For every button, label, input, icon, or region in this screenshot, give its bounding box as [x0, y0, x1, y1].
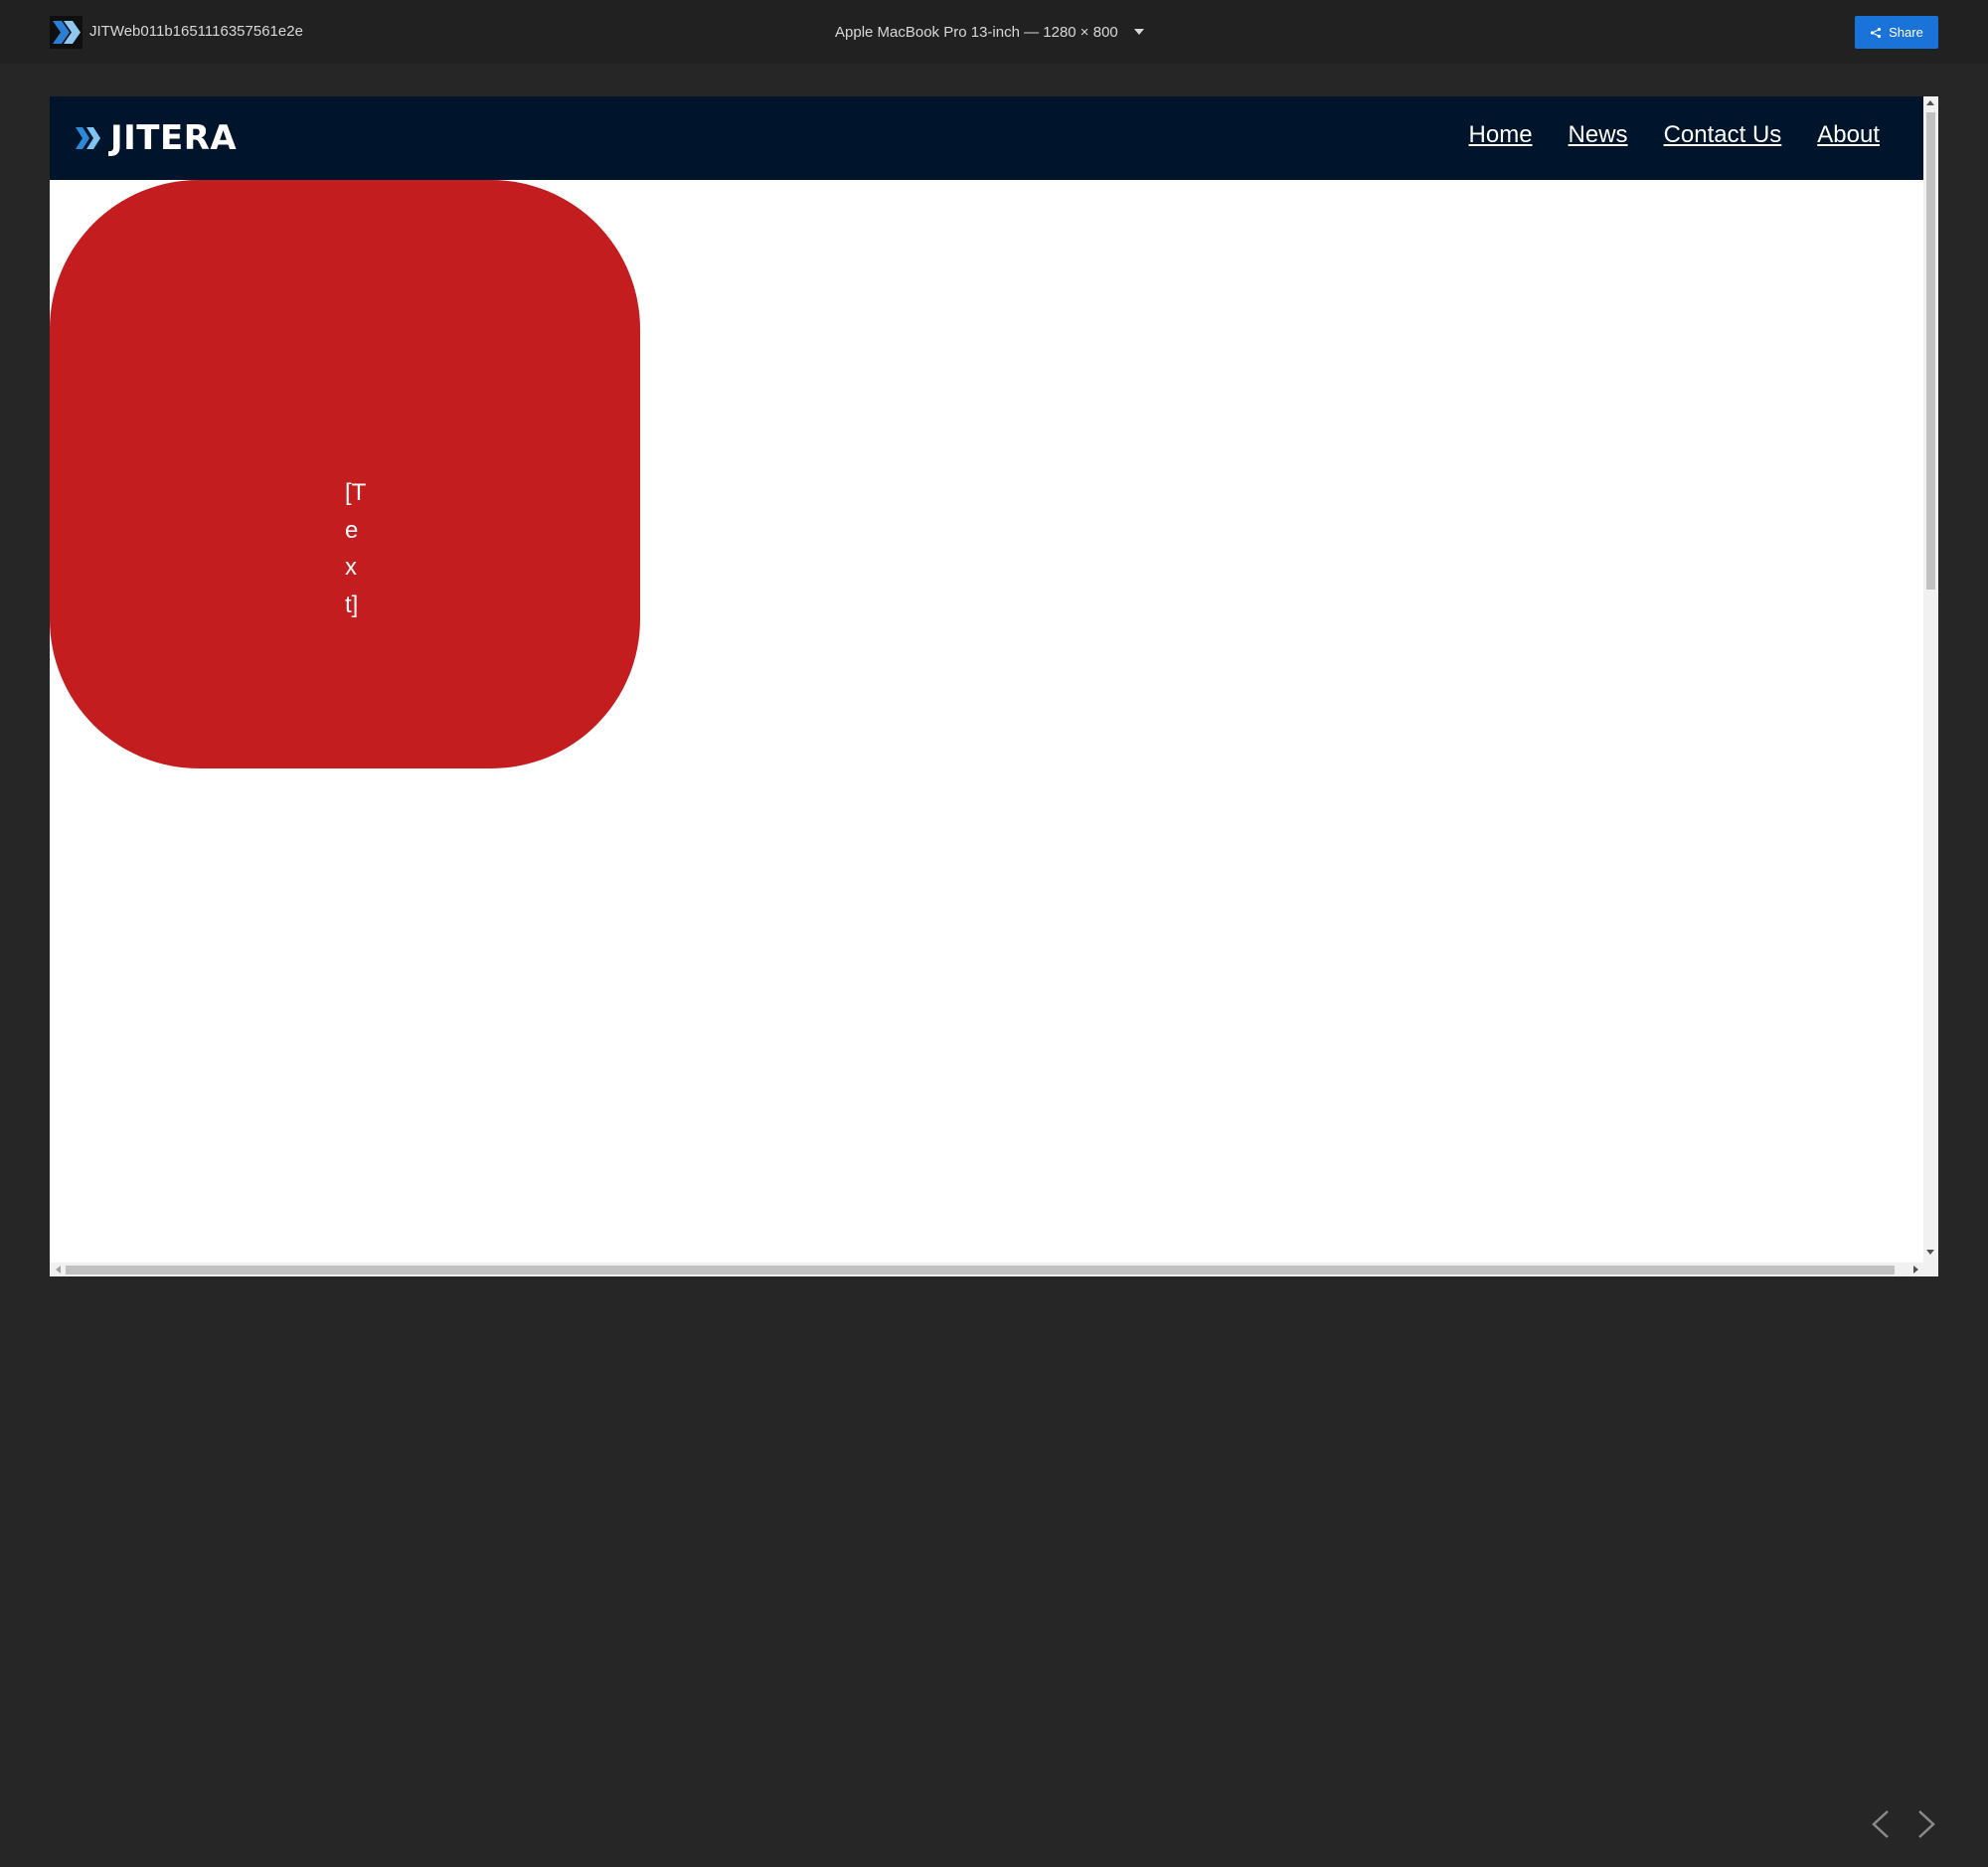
- top-toolbar: JITWeb011b1651116357561e2e Apple MacBook…: [0, 0, 1988, 64]
- scroll-down-arrow-icon[interactable]: [1926, 1250, 1934, 1255]
- page-navigation: [1864, 1807, 1943, 1841]
- jitera-logo-icon: [76, 127, 100, 149]
- nav-about[interactable]: About: [1817, 121, 1880, 149]
- project-name: JITWeb011b1651116357561e2e: [89, 23, 303, 40]
- nav-contact-us[interactable]: Contact Us: [1664, 121, 1782, 149]
- caret-down-icon: [1133, 29, 1144, 35]
- scroll-right-arrow-icon[interactable]: [1913, 1266, 1918, 1273]
- vertical-scrollbar[interactable]: [1923, 96, 1938, 1263]
- site-logo-text: JITERA: [110, 118, 238, 158]
- nav-news[interactable]: News: [1569, 121, 1628, 149]
- nav-home[interactable]: Home: [1469, 121, 1533, 149]
- site-header: JITERA Home News Contact Us About: [50, 96, 1923, 180]
- horizontal-scrollbar[interactable]: [50, 1263, 1938, 1276]
- next-button[interactable]: [1909, 1807, 1943, 1841]
- share-label: Share: [1889, 25, 1923, 40]
- preview-frame: JITERA Home News Contact Us About [Text]: [50, 96, 1938, 1276]
- vertical-scroll-thumb[interactable]: [1926, 112, 1935, 590]
- previous-button[interactable]: [1864, 1807, 1898, 1841]
- device-label: Apple MacBook Pro 13-inch — 1280 × 800: [835, 23, 1118, 41]
- main-nav: Home News Contact Us About: [1469, 121, 1880, 149]
- red-card: [Text]: [50, 180, 640, 768]
- scroll-up-arrow-icon[interactable]: [1926, 100, 1934, 105]
- share-icon: [1871, 27, 1882, 38]
- share-button[interactable]: Share: [1855, 16, 1938, 49]
- scroll-left-arrow-icon[interactable]: [56, 1266, 61, 1273]
- site-logo[interactable]: JITERA: [75, 118, 238, 158]
- jitera-chevrons-icon: [50, 16, 83, 49]
- chevron-right-icon: [1918, 1810, 1935, 1838]
- card-text: [Text]: [345, 479, 367, 618]
- chevron-left-icon: [1872, 1810, 1889, 1838]
- horizontal-scroll-thumb[interactable]: [66, 1266, 1895, 1274]
- device-selector[interactable]: Apple MacBook Pro 13-inch — 1280 × 800: [835, 20, 1144, 44]
